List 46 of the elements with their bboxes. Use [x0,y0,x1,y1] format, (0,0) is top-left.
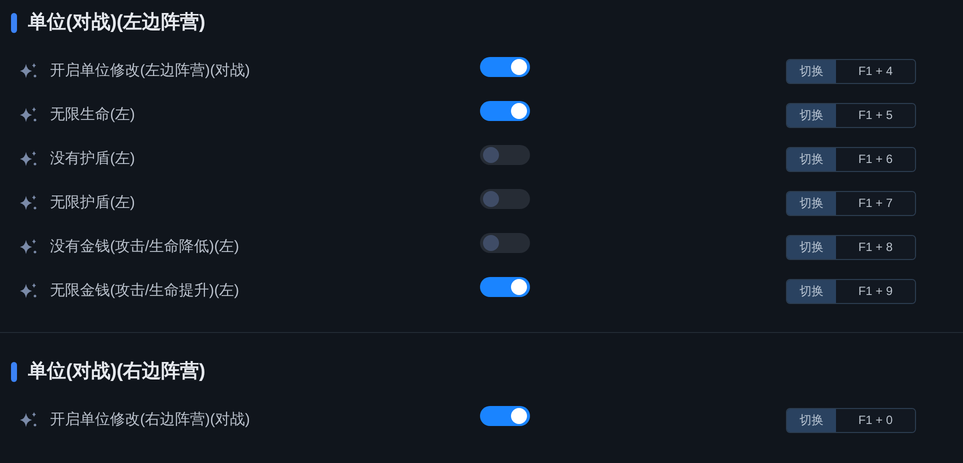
option-label: 开启单位修改(左边阵营)(对战) [50,60,251,81]
toggle-knob [483,147,499,163]
sparkle-icon [19,238,38,256]
toggle-knob [511,103,527,119]
option-label: 无限生命(左) [50,104,136,125]
toggle-switch[interactable] [480,233,530,253]
toggle-switch[interactable] [480,406,530,426]
option-label: 无限金钱(攻击/生命提升)(左) [50,280,240,301]
option-label: 没有金钱(攻击/生命降低)(左) [50,236,240,257]
toggle-hotkey-button[interactable]: 切换 [787,280,836,302]
hotkey-text: F1 + 9 [836,280,915,302]
hotkey-text: F1 + 8 [836,236,915,258]
toggle-hotkey-button[interactable]: 切换 [787,60,836,82]
toggle-switch[interactable] [480,145,530,165]
sparkle-icon [19,282,38,300]
hotkey-text: F1 + 7 [836,192,915,214]
toggle-hotkey-button[interactable]: 切换 [787,148,836,170]
sparkle-icon [19,411,38,429]
hotkey-text: F1 + 6 [836,148,915,170]
option-label: 无限护盾(左) [50,192,136,213]
sparkle-icon [19,62,38,80]
toggle-switch[interactable] [480,57,530,77]
option-label: 开启单位修改(右边阵营)(对战) [50,410,251,430]
toggle-hotkey-button[interactable]: 切换 [787,236,836,258]
hotkey-text: F1 + 0 [836,408,915,432]
hotkey-text: F1 + 4 [836,60,915,82]
toggle-switch[interactable] [480,101,530,121]
sparkle-icon [19,194,38,212]
toggle-hotkey-button[interactable]: 切换 [787,104,836,126]
hotkey-text: F1 + 5 [836,104,915,126]
toggle-knob [511,59,527,75]
section-marker [11,362,17,382]
toggle-knob [483,191,499,207]
toggle-knob [511,408,527,424]
toggle-hotkey-button[interactable]: 切换 [787,192,836,214]
sparkle-icon [19,106,38,124]
section-title: 单位(对战)(左边阵营) [28,10,206,35]
sparkle-icon [19,150,38,168]
toggle-switch[interactable] [480,189,530,209]
option-label: 没有护盾(左) [50,148,136,169]
toggle-knob [511,279,527,295]
section-title: 单位(对战)(右边阵营) [28,360,206,384]
toggle-hotkey-button[interactable]: 切换 [787,408,836,432]
toggle-knob [483,235,499,251]
section-marker [11,13,17,33]
toggle-switch[interactable] [480,277,530,297]
